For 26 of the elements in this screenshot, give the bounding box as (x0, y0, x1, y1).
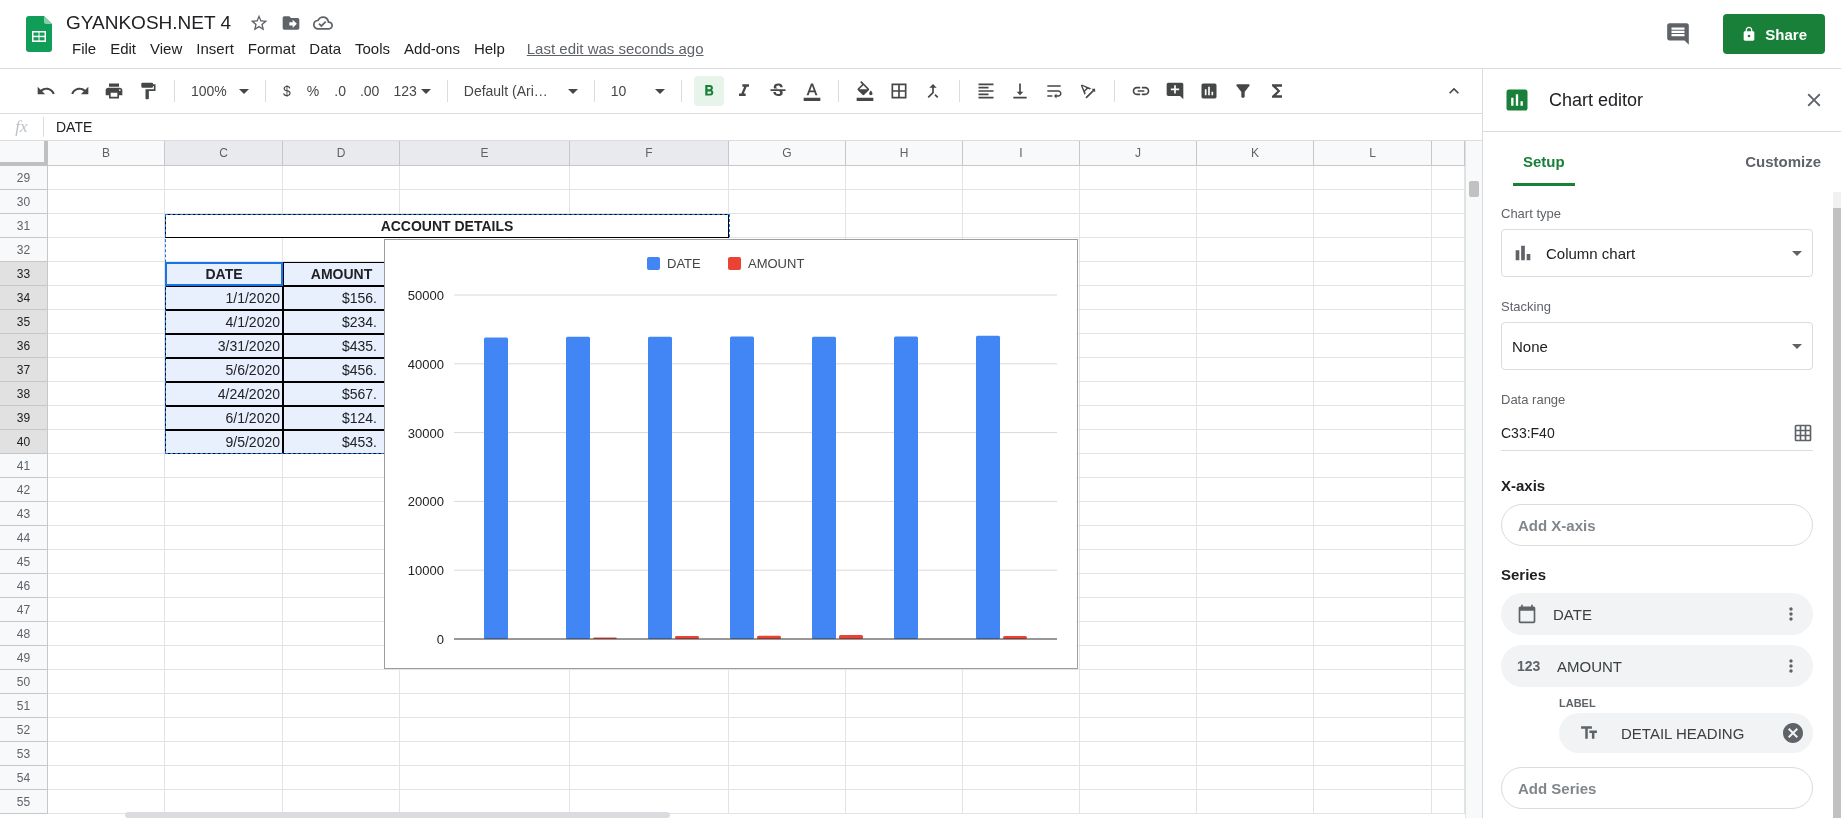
axis-tick-label: 20000 (407, 494, 444, 510)
field-label: Data range (1501, 392, 1567, 407)
axis-tick-label: 40000 (407, 356, 444, 372)
table-cell: 1/1/2020 (165, 286, 283, 310)
field-label: Chart type (1501, 206, 1562, 221)
table-cell: 5/6/2020 (165, 358, 283, 382)
table-header-cell: DATE (165, 262, 283, 286)
table-cell: 3/31/2020 (165, 334, 283, 358)
field-label: Stacking (1501, 299, 1552, 314)
section-heading: Series (1501, 566, 1548, 583)
table-cell: 4/1/2020 (165, 310, 283, 334)
panel-title: Chart editor (1549, 89, 1645, 111)
axis-tick-label: 50000 (407, 288, 444, 303)
table-cell: 4/24/2020 (165, 382, 283, 406)
label-caption: LABEL (1559, 697, 1597, 709)
number-type-icon: 123 (1517, 658, 1541, 674)
axis-tick-label: 30000 (407, 425, 444, 441)
section-heading: X-axis (1501, 477, 1547, 494)
table-cell: 9/5/2020 (165, 430, 283, 454)
table-cell: 6/1/2020 (165, 406, 283, 430)
axis-tick-label: 10000 (407, 563, 444, 579)
legend-label: DATE (667, 256, 701, 271)
table-title: ACCOUNT DETAILS (165, 214, 729, 238)
fx-label: fx (0, 117, 44, 137)
axis-tick-label: 0 (436, 632, 444, 647)
legend-label: AMOUNT (748, 256, 805, 271)
